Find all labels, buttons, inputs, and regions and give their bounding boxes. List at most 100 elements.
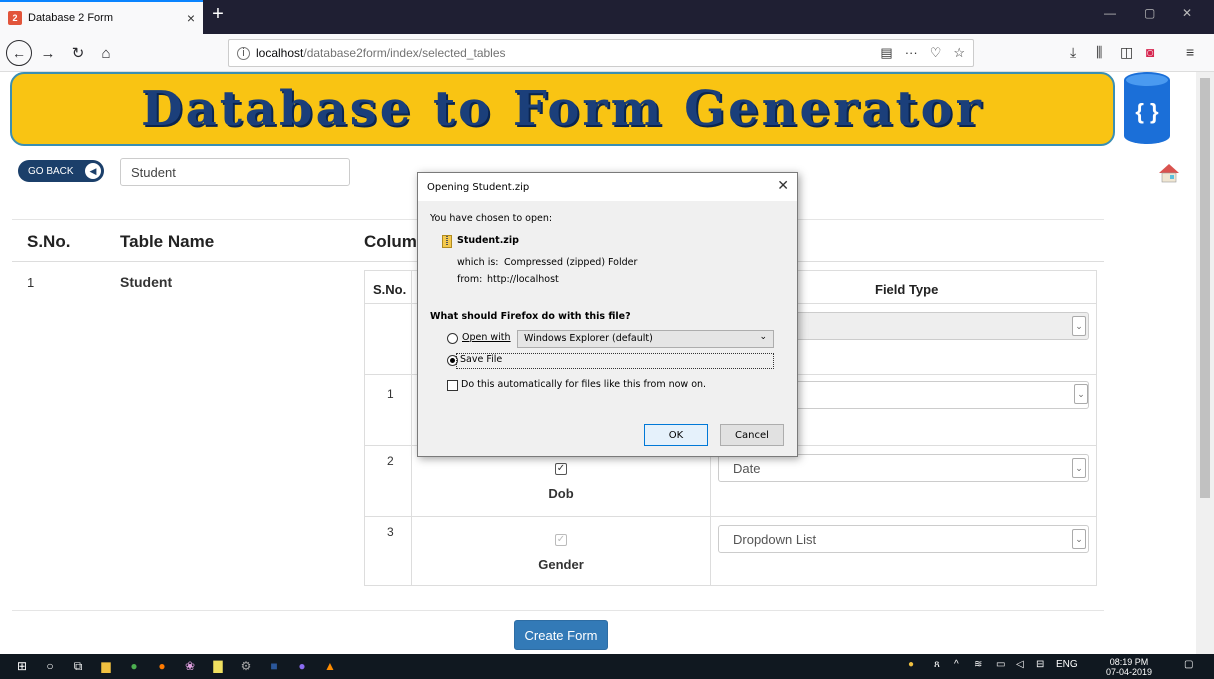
form-name-input[interactable]: Student xyxy=(120,158,350,186)
banner-title: Database to Form Generator xyxy=(141,81,984,137)
browser-nav-bar: ← → ↻ ⌂ i localhost/database2form/index/… xyxy=(0,34,1214,72)
taskbar-clock[interactable]: 08:19 PM 07-04-2019 xyxy=(1106,657,1152,677)
go-back-button[interactable]: GO BACK ◀ xyxy=(18,160,104,182)
language-indicator[interactable]: ENG xyxy=(1056,659,1078,670)
library-icon[interactable]: ⫼ xyxy=(1096,44,1102,61)
save-file-focus-ring xyxy=(456,353,774,369)
bookmark-star-icon[interactable]: ☆ xyxy=(953,45,965,61)
browser-tab-bar: 2 Database 2 Form × + — ▢ ✕ xyxy=(0,0,1214,34)
sidebar-icon[interactable]: ◫ xyxy=(1120,44,1133,61)
columns-header-field-type: Field Type xyxy=(875,282,939,297)
database-logo-top xyxy=(1124,72,1170,88)
tray-expand-icon[interactable]: ^ xyxy=(954,659,959,670)
windows-start-icon[interactable]: ⊞ xyxy=(14,658,30,674)
header-sno: S.No. xyxy=(27,232,71,251)
keyboard-icon[interactable]: ⊟ xyxy=(1036,659,1044,670)
search-icon[interactable]: ○ xyxy=(42,658,58,674)
database-logo-icon: { } xyxy=(1124,72,1170,148)
chrome-icon[interactable]: ● xyxy=(126,658,142,674)
row-sno: 1 xyxy=(387,387,394,401)
settings-icon[interactable]: ⚙ xyxy=(238,658,254,674)
cancel-button[interactable]: Cancel xyxy=(720,424,784,446)
back-arrow-icon[interactable]: ← xyxy=(6,40,32,66)
app-icon[interactable]: ❀ xyxy=(182,658,198,674)
open-with-select-value: Windows Explorer (default) xyxy=(524,333,653,344)
table-row: 3 ✓ Gender Dropdown List ⌄ xyxy=(365,516,1096,586)
help-icon[interactable]: ● xyxy=(908,659,914,670)
open-with-label[interactable]: Open with xyxy=(462,332,511,343)
column-name: Gender xyxy=(538,557,584,572)
field-type-select[interactable]: Dropdown List ⌄ xyxy=(718,525,1089,553)
open-with-select[interactable]: Windows Explorer (default) ⌄ xyxy=(517,330,774,348)
word-icon[interactable]: ■ xyxy=(266,658,282,674)
header-columns: Colum xyxy=(364,232,417,251)
new-tab-button[interactable]: + xyxy=(207,4,229,26)
firefox-icon[interactable]: ● xyxy=(154,658,170,674)
tab-title: Database 2 Form xyxy=(28,12,113,24)
ok-button[interactable]: OK xyxy=(644,424,708,446)
page-actions-icon[interactable]: ··· xyxy=(905,45,918,61)
clock-time: 08:19 PM xyxy=(1109,657,1149,667)
volume-icon[interactable]: ◁ xyxy=(1016,659,1024,670)
page-scrollbar[interactable] xyxy=(1196,72,1214,654)
pocket-icon[interactable]: ♡ xyxy=(930,45,942,61)
database-logo-braces: { } xyxy=(1124,80,1170,144)
open-with-radio[interactable] xyxy=(447,333,458,344)
file-explorer-icon[interactable]: ▆ xyxy=(98,658,114,674)
task-view-icon[interactable]: ⧉ xyxy=(70,658,86,674)
chevron-down-icon: ⌄ xyxy=(1072,458,1086,478)
battery-icon[interactable]: ▭ xyxy=(996,659,1005,670)
tab-close-icon[interactable]: × xyxy=(187,10,195,26)
go-back-arrow-icon: ◀ xyxy=(85,163,101,179)
info-icon[interactable]: i xyxy=(237,46,250,60)
app-circle-icon[interactable]: ● xyxy=(294,658,310,674)
downloads-icon[interactable]: ⤓ xyxy=(1070,44,1076,61)
download-dialog: Opening Student.zip ✕ You have chosen to… xyxy=(417,172,798,457)
restore-button[interactable]: ▢ xyxy=(1144,6,1155,20)
home-icon[interactable] xyxy=(1158,162,1180,184)
dialog-from-label: from: xyxy=(457,274,483,285)
vlc-icon[interactable]: ▲ xyxy=(322,658,338,674)
wifi-icon[interactable]: ≋ xyxy=(974,659,982,670)
auto-checkbox-label[interactable]: Do this automatically for files like thi… xyxy=(461,379,706,390)
minimize-button[interactable]: — xyxy=(1104,6,1116,20)
favicon-icon: 2 xyxy=(8,11,22,25)
notes-icon[interactable]: ▇ xyxy=(210,658,226,674)
menu-icon[interactable]: ≡ xyxy=(1186,44,1194,60)
column-checkbox[interactable]: ✓ xyxy=(555,534,567,546)
chevron-down-icon: ⌄ xyxy=(1074,384,1088,404)
auto-checkbox[interactable] xyxy=(447,380,458,391)
row-sno: 2 xyxy=(387,454,394,468)
go-back-label: GO BACK xyxy=(28,165,74,177)
forward-arrow-icon[interactable]: → xyxy=(36,41,60,65)
save-file-label[interactable]: Save File xyxy=(460,354,502,365)
window-close-button[interactable]: ✕ xyxy=(1182,6,1192,20)
dialog-titlebar: Opening Student.zip ✕ xyxy=(418,173,797,201)
clock-date: 07-04-2019 xyxy=(1106,667,1153,677)
tab-database-2-form[interactable]: 2 Database 2 Form × xyxy=(0,0,203,34)
chevron-down-icon: ⌄ xyxy=(1072,529,1086,549)
home-button-icon[interactable]: ⌂ xyxy=(94,41,118,65)
column-checkbox[interactable]: ✓ xyxy=(555,463,567,475)
field-type-value: Dropdown List xyxy=(733,532,817,547)
dialog-which-is-value: Compressed (zipped) Folder xyxy=(504,257,638,268)
create-form-button[interactable]: Create Form xyxy=(514,620,608,650)
windows-taskbar: ⊞ ○ ⧉ ▆ ● ● ❀ ▇ ⚙ ■ ● ▲ ● ጸ ^ ≋ ▭ ◁ ⊟ EN… xyxy=(0,654,1214,679)
table-row-name: Student xyxy=(120,274,173,290)
people-icon[interactable]: ጸ xyxy=(934,659,940,670)
reload-icon[interactable]: ↻ xyxy=(66,41,90,65)
dialog-title: Opening Student.zip xyxy=(427,181,530,193)
header-table-name: Table Name xyxy=(120,232,215,251)
zip-file-icon xyxy=(442,235,452,248)
url-bar[interactable]: i localhost/database2form/index/selected… xyxy=(228,39,974,67)
reader-view-icon[interactable]: ▤ xyxy=(880,45,892,61)
scrollbar-thumb[interactable] xyxy=(1200,78,1210,498)
dialog-close-icon[interactable]: ✕ xyxy=(777,178,789,194)
url-text[interactable]: localhost/database2form/index/selected_t… xyxy=(256,46,880,60)
dialog-file-name: Student.zip xyxy=(457,235,519,246)
notification-icon[interactable]: ▢ xyxy=(1184,659,1193,670)
columns-header-sno: S.No. xyxy=(373,282,407,297)
table-row-sno: 1 xyxy=(27,275,35,290)
pocket-toolbar-icon[interactable]: ◙ xyxy=(1146,44,1154,60)
field-type-select[interactable]: Date ⌄ xyxy=(718,454,1089,482)
